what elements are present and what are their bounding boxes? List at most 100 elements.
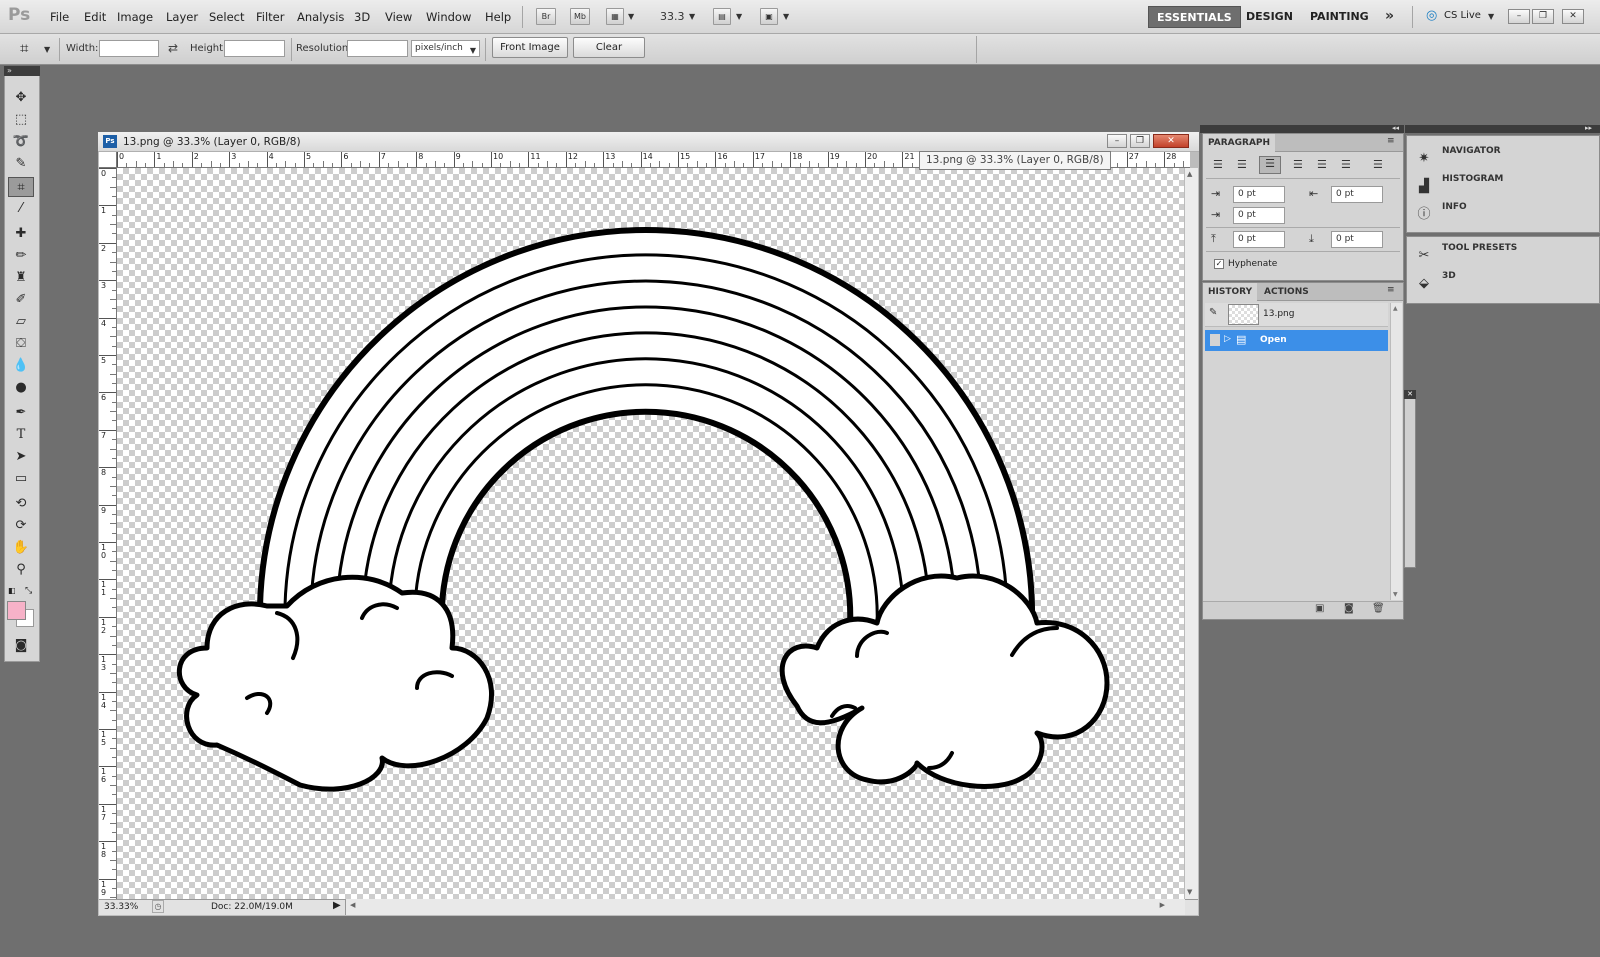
- menu-window[interactable]: Window: [426, 10, 471, 24]
- shape-icon[interactable]: ▭: [8, 469, 34, 489]
- quick-select-icon[interactable]: ✎: [8, 154, 34, 174]
- workspace-essentials[interactable]: ESSENTIALS: [1148, 6, 1241, 28]
- screen-mode-icon[interactable]: ▣: [760, 8, 778, 25]
- status-menu-arrow-icon[interactable]: ▶: [333, 900, 341, 911]
- hand-icon[interactable]: ✋: [8, 538, 34, 558]
- menu-3d[interactable]: 3D: [354, 10, 370, 24]
- bridge-button[interactable]: Br: [536, 8, 556, 25]
- eyedropper-icon[interactable]: ⁄: [8, 199, 34, 219]
- history-scrollbar[interactable]: ▲ ▼: [1390, 303, 1402, 600]
- collapse-tools-icon[interactable]: »: [7, 66, 12, 75]
- dock-3d[interactable]: 3D: [1442, 271, 1456, 297]
- workspace-design[interactable]: DESIGN: [1238, 6, 1301, 28]
- type-icon[interactable]: T: [8, 425, 34, 445]
- collapse-panels-icon[interactable]: ◂◂: [1392, 124, 1399, 132]
- zoom-readout[interactable]: 33.33%: [104, 902, 138, 912]
- justify-center-icon[interactable]: ☰: [1317, 158, 1327, 171]
- status-info-icon[interactable]: ◷: [152, 900, 164, 913]
- width-field[interactable]: [99, 40, 159, 57]
- foreground-color-swatch[interactable]: [7, 601, 26, 620]
- menu-image[interactable]: Image: [117, 10, 153, 24]
- brush-icon[interactable]: ✏: [8, 246, 34, 266]
- space-after-field[interactable]: 0 pt: [1331, 231, 1383, 248]
- scroll-down-icon[interactable]: ▼: [1187, 888, 1192, 896]
- 3d-rotate-icon[interactable]: ⟲: [8, 494, 34, 514]
- workspace-painting[interactable]: PAINTING: [1302, 6, 1377, 28]
- chevron-down-icon[interactable]: ▼: [783, 12, 789, 21]
- scroll-left-icon[interactable]: ◀: [350, 901, 355, 909]
- panel-menu-icon[interactable]: ≡: [1387, 285, 1395, 295]
- justify-left-icon[interactable]: ☰: [1293, 158, 1303, 171]
- scroll-up-icon[interactable]: ▲: [1393, 305, 1398, 312]
- history-brush-source-icon[interactable]: ✎: [1209, 307, 1217, 318]
- trash-icon[interactable]: 🗑: [1372, 603, 1385, 614]
- chevron-down-icon[interactable]: ▼: [736, 12, 742, 21]
- chevron-down-icon[interactable]: ▼: [689, 12, 695, 21]
- resolution-field[interactable]: [347, 40, 408, 57]
- scroll-down-icon[interactable]: ▼: [1393, 591, 1398, 598]
- menu-analysis[interactable]: Analysis: [297, 10, 344, 24]
- more-workspaces-icon[interactable]: »: [1385, 8, 1394, 24]
- menu-edit[interactable]: Edit: [84, 10, 106, 24]
- close-icon[interactable]: ✕: [1404, 390, 1416, 399]
- lasso-icon[interactable]: ➰: [8, 132, 34, 152]
- tab-history[interactable]: HISTORY: [1203, 283, 1258, 301]
- justify-right-icon[interactable]: ☰: [1341, 158, 1351, 171]
- align-left-icon[interactable]: ☰: [1213, 158, 1223, 171]
- dock-info[interactable]: INFO: [1442, 202, 1467, 228]
- dodge-icon[interactable]: ●: [8, 378, 34, 398]
- expand-panels-icon[interactable]: ▸▸: [1585, 124, 1592, 132]
- menu-help[interactable]: Help: [485, 10, 511, 24]
- close-app-button[interactable]: ✕: [1562, 9, 1584, 24]
- space-before-field[interactable]: 0 pt: [1233, 231, 1285, 248]
- scroll-up-icon[interactable]: ▲: [1187, 170, 1192, 178]
- new-document-from-state-icon[interactable]: ▣: [1315, 603, 1324, 614]
- horizontal-scrollbar[interactable]: ◀ ▶: [345, 899, 1185, 915]
- swap-colors-icon[interactable]: ⤡: [25, 586, 32, 596]
- justify-all-icon[interactable]: ☰: [1373, 158, 1383, 171]
- history-brush-icon[interactable]: ✐: [8, 290, 34, 310]
- menu-select[interactable]: Select: [209, 10, 244, 24]
- view-extras-icon[interactable]: ▦: [606, 8, 624, 25]
- tab-actions[interactable]: ACTIONS: [1259, 283, 1314, 301]
- blur-icon[interactable]: 💧: [8, 356, 34, 376]
- minimize-app-button[interactable]: –: [1508, 9, 1530, 24]
- hyphenate-checkbox[interactable]: ✓: [1214, 259, 1224, 269]
- marquee-icon[interactable]: ⬚: [8, 110, 34, 130]
- eraser-icon[interactable]: ▱: [8, 312, 34, 332]
- dock-navigator[interactable]: NAVIGATOR: [1442, 146, 1501, 172]
- close-doc-button[interactable]: ✕: [1153, 134, 1189, 148]
- clone-stamp-icon[interactable]: ♜: [8, 268, 34, 288]
- paint-bucket-icon[interactable]: ⛋: [8, 334, 34, 354]
- dock-histogram[interactable]: HISTOGRAM: [1442, 174, 1503, 200]
- path-select-icon[interactable]: ➤: [8, 447, 34, 467]
- align-center-icon[interactable]: ☰: [1237, 158, 1247, 171]
- crop-icon[interactable]: ⌗: [8, 177, 34, 197]
- arrange-documents-icon[interactable]: ▤: [713, 8, 731, 25]
- indent-left-field[interactable]: 0 pt: [1233, 186, 1285, 203]
- 3d-orbit-icon[interactable]: ⟳: [8, 516, 34, 536]
- tool-presets-icon[interactable]: ✂: [1414, 246, 1434, 266]
- vertical-ruler[interactable]: 0 1 2 3 4 5 6 7 8 9 10 11 12 13 14 15 16 17 18 19: [99, 168, 117, 899]
- info-icon[interactable]: ⓘ: [1414, 205, 1434, 225]
- menu-layer[interactable]: Layer: [166, 10, 198, 24]
- align-right-icon[interactable]: ☰: [1259, 156, 1281, 174]
- panel-dock-header[interactable]: [1200, 125, 1404, 133]
- collapsed-panel-strip[interactable]: [1404, 390, 1416, 568]
- navigator-icon[interactable]: ✷: [1414, 149, 1434, 169]
- document-canvas[interactable]: [117, 168, 1190, 899]
- history-item-open[interactable]: [1205, 330, 1388, 351]
- height-field[interactable]: [224, 40, 285, 57]
- zoom-level[interactable]: 33.3: [660, 10, 685, 23]
- mini-bridge-button[interactable]: Mb: [570, 8, 590, 25]
- cslive-menu[interactable]: CS Live: [1444, 10, 1481, 21]
- healing-brush-icon[interactable]: ✚: [8, 224, 34, 244]
- dock-tool-presets[interactable]: TOOL PRESETS: [1442, 243, 1517, 269]
- move-icon[interactable]: ✥: [8, 88, 34, 108]
- quick-mask-icon[interactable]: ◙: [8, 636, 34, 656]
- menu-view[interactable]: View: [385, 10, 412, 24]
- scroll-right-icon[interactable]: ▶: [1160, 901, 1165, 909]
- crop-tool-preset-icon[interactable]: ⌗: [20, 39, 28, 57]
- dock-header[interactable]: [1405, 125, 1600, 133]
- default-colors-icon[interactable]: ◧: [8, 586, 16, 595]
